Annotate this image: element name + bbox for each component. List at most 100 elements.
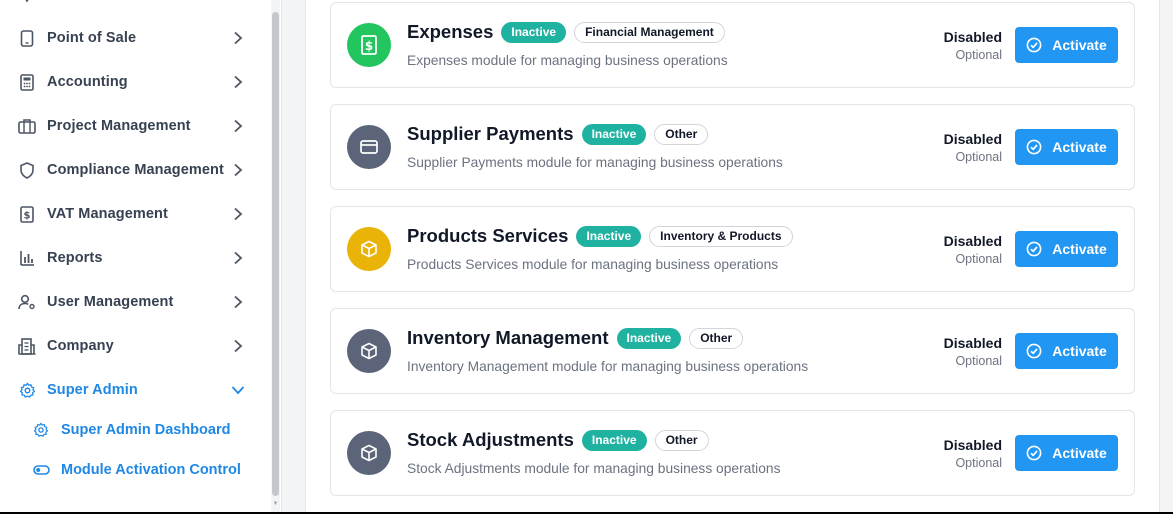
sidebar-subitem-super-admin-dashboard[interactable]: Super Admin Dashboard: [32, 414, 230, 446]
sidebar-item-label: Reports: [47, 250, 103, 266]
chevron-down-icon: [230, 382, 246, 398]
module-state: Disabled Optional: [944, 131, 1002, 164]
activate-button[interactable]: Activate: [1015, 333, 1118, 369]
module-card-stock-adjustments: Stock Adjustments Inactive Other Stock A…: [330, 410, 1135, 496]
module-card-products-services: Products Services Inactive Inventory & P…: [330, 206, 1135, 292]
status-badge: Inactive: [576, 225, 642, 247]
sidebar-item-label: Company: [47, 338, 114, 354]
requirement-label: Optional: [955, 354, 1002, 368]
svg-text:$: $: [24, 210, 31, 221]
check-circle-icon: [1026, 445, 1042, 461]
box-icon: [347, 329, 391, 373]
chevron-right-icon: [230, 250, 246, 266]
box-icon: [347, 227, 391, 271]
module-description: Products Services module for managing bu…: [407, 257, 779, 272]
category-badge: Other: [654, 429, 709, 451]
module-title: Products Services: [407, 225, 569, 246]
status-badge: Inactive: [616, 327, 682, 349]
sidebar-item-accounting[interactable]: Accounting: [0, 60, 268, 104]
requirement-label: Optional: [955, 48, 1002, 62]
sidebar-item-label: Point of Sale: [47, 30, 137, 46]
sidebar-item-super-admin[interactable]: Super Admin: [0, 368, 268, 412]
module-title: Stock Adjustments: [407, 429, 574, 450]
state-label: Disabled: [943, 437, 1002, 453]
module-title: Expenses: [407, 21, 494, 42]
activate-button-label: Activate: [1052, 241, 1107, 257]
scroll-down-arrow-icon[interactable]: ▼: [272, 501, 279, 508]
sidebar-item-label: Compliance Management: [47, 162, 224, 178]
state-label: Disabled: [943, 233, 1002, 249]
state-label: Disabled: [943, 29, 1002, 45]
user-settings-icon: [18, 293, 36, 311]
dollar-icon: $: [347, 23, 391, 67]
activate-button[interactable]: Activate: [1015, 129, 1118, 165]
module-title: Inventory Management: [407, 327, 609, 348]
module-description: Expenses module for managing business op…: [407, 53, 728, 68]
credit-card-icon: [347, 125, 391, 169]
module-state: Disabled Optional: [944, 233, 1002, 266]
status-badge: Inactive: [501, 21, 567, 43]
chevron-right-icon: [230, 294, 246, 310]
sidebar-item-label: Project Management: [47, 118, 191, 134]
status-badge: Inactive: [581, 123, 647, 145]
activate-button[interactable]: Activate: [1015, 435, 1118, 471]
check-circle-icon: [1026, 343, 1042, 359]
gear-icon: [18, 381, 36, 399]
sidebar-item-compliance-management[interactable]: Compliance Management: [0, 148, 268, 192]
svg-text:$: $: [365, 39, 373, 53]
state-label: Disabled: [943, 335, 1002, 351]
check-circle-icon: [1026, 37, 1042, 53]
sidebar-item-label: VAT Management: [47, 206, 168, 222]
category-badge: Inventory & Products: [649, 225, 793, 247]
briefcase-icon: [18, 117, 36, 135]
sidebar-subitem-label: Super Admin Dashboard: [61, 422, 231, 438]
module-title: Supplier Payments: [407, 123, 574, 144]
sidebar-subitem-module-activation-control[interactable]: Module Activation Control: [32, 454, 241, 486]
chevron-right-icon: [230, 338, 246, 354]
module-description: Supplier Payments module for managing bu…: [407, 155, 783, 170]
toggle-icon: [32, 461, 50, 479]
chevron-right-icon: [230, 30, 246, 46]
sidebar-item-project-management[interactable]: Project Management: [0, 104, 268, 148]
module-card-supplier-payments: Supplier Payments Inactive Other Supplie…: [330, 104, 1135, 190]
module-description: Stock Adjustments module for managing bu…: [407, 461, 781, 476]
sidebar-item-point-of-sale[interactable]: Point of Sale: [0, 16, 268, 60]
bar-chart-icon: [18, 249, 36, 267]
module-description: Inventory Management module for managing…: [407, 359, 809, 374]
requirement-label: Optional: [955, 150, 1002, 164]
sidebar-item-company[interactable]: Company: [0, 324, 268, 368]
module-card-inventory-management: Inventory Management Inactive Other Inve…: [330, 308, 1135, 394]
partial-nav-icon: [20, 0, 34, 4]
activate-button-label: Activate: [1052, 37, 1107, 53]
activate-button[interactable]: Activate: [1015, 27, 1118, 63]
module-state: Disabled Optional: [944, 29, 1002, 62]
sidebar-item-reports[interactable]: Reports: [0, 236, 268, 280]
category-badge: Other: [689, 327, 744, 349]
check-circle-icon: [1026, 241, 1042, 257]
module-state: Disabled Optional: [944, 335, 1002, 368]
sidebar-item-label: Super Admin: [47, 382, 138, 398]
gear-icon: [32, 421, 50, 439]
state-label: Disabled: [943, 131, 1002, 147]
category-badge: Other: [654, 123, 709, 145]
module-state: Disabled Optional: [944, 437, 1002, 470]
sidebar-item-vat-management[interactable]: $ VAT Management: [0, 192, 268, 236]
category-badge: Financial Management: [574, 21, 725, 43]
chevron-right-icon: [230, 118, 246, 134]
activate-button-label: Activate: [1052, 343, 1107, 359]
chevron-right-icon: [230, 74, 246, 90]
chevron-right-icon: [230, 162, 246, 178]
activate-button-label: Activate: [1052, 445, 1107, 461]
building-icon: [18, 337, 36, 355]
calculator-icon: [18, 73, 36, 91]
box-icon: [347, 431, 391, 475]
dollar-receipt-icon: $: [18, 205, 36, 223]
sidebar-item-user-management[interactable]: User Management: [0, 280, 268, 324]
sidebar-subitem-label: Module Activation Control: [61, 462, 241, 478]
sidebar-item-label: User Management: [47, 294, 174, 310]
sidebar-scrollbar-thumb[interactable]: [272, 12, 279, 496]
activate-button[interactable]: Activate: [1015, 231, 1118, 267]
shield-icon: [18, 161, 36, 179]
tablet-icon: [18, 29, 36, 47]
chevron-right-icon: [230, 206, 246, 222]
